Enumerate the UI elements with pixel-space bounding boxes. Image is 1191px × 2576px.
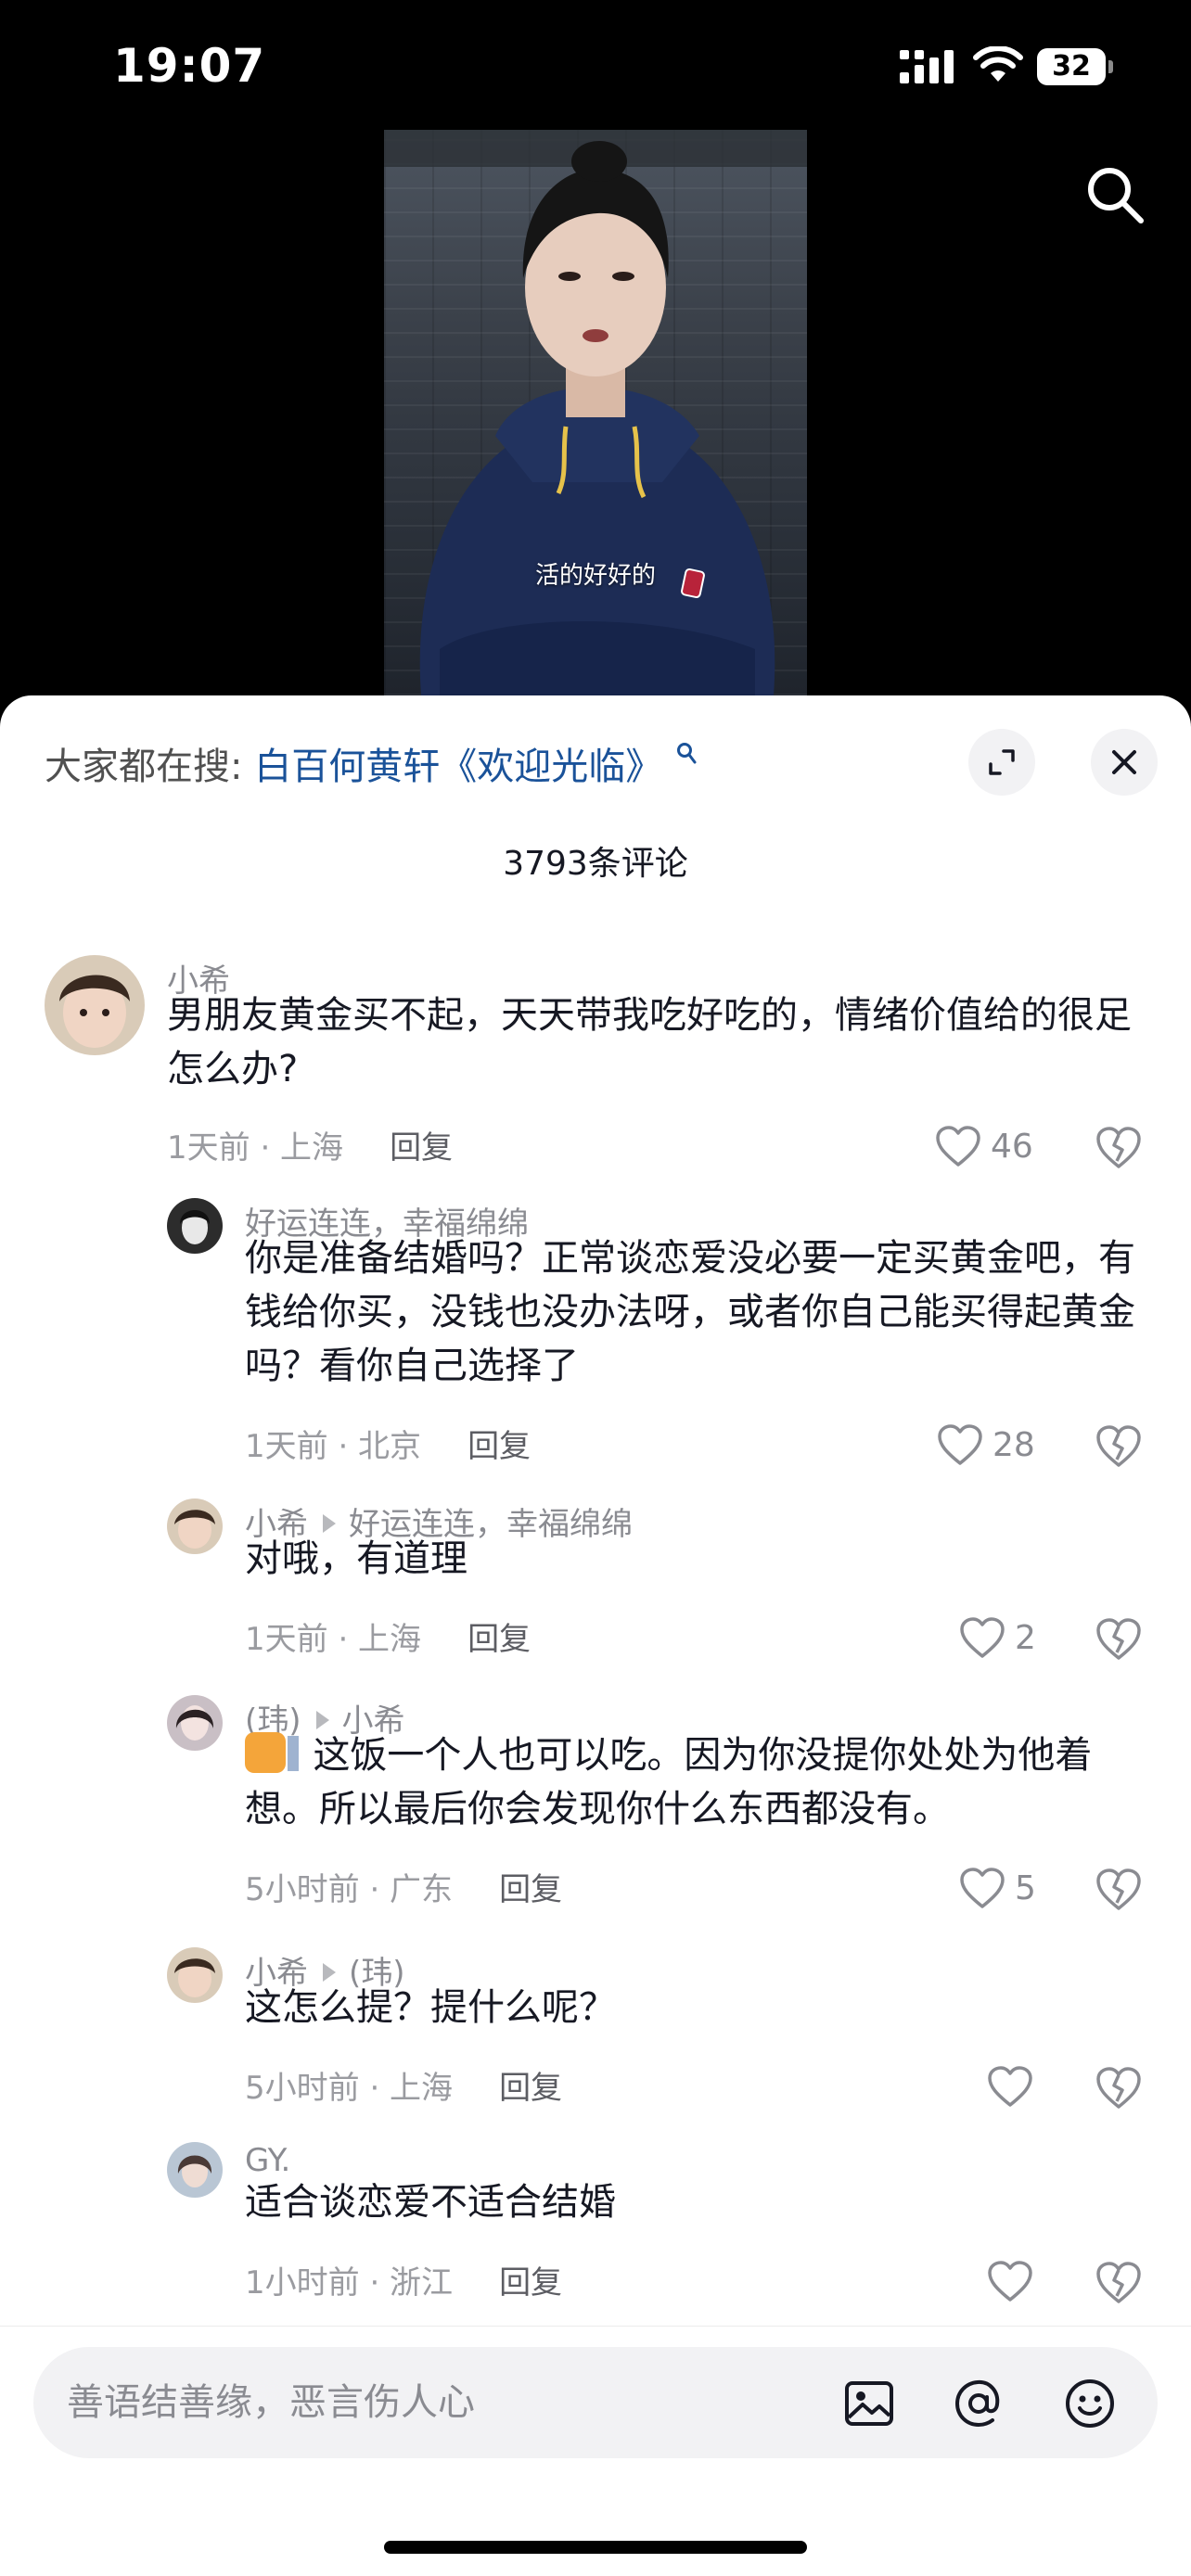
avatar[interactable] (167, 1198, 223, 1254)
comment-meta: 1天前 · 北京 回复 (245, 1428, 531, 1465)
reply-button[interactable]: 回复 (467, 1621, 531, 1658)
comment-text: 这饭一个人也可以吃。因为你没提你处处为他着想。所以最后你会发现你什么东西都没有。 (245, 1732, 1093, 1830)
comment-meta: 1小时前 · 浙江 回复 (245, 2264, 563, 2302)
reply-button[interactable]: 回复 (390, 1129, 453, 1167)
broken-heart-icon[interactable] (1095, 1424, 1143, 1469)
reply-button[interactable]: 回复 (499, 1871, 562, 1908)
avatar[interactable] (167, 1498, 223, 1554)
comment-text: 这怎么提？提什么呢？ (245, 1986, 616, 2029)
like-count: 5 (1015, 1869, 1036, 1907)
comment-text: 适合谈恋爱不适合结婚 (245, 2181, 616, 2224)
broken-heart-icon[interactable] (1095, 1617, 1143, 1662)
comment-text: 对哦，有道理 (245, 1537, 467, 1580)
battery-level: 32 (1037, 48, 1106, 85)
expand-icon (989, 749, 1015, 775)
status-time: 19:07 (113, 39, 266, 93)
search-icon[interactable] (1083, 163, 1146, 226)
like-count: 2 (1015, 1619, 1036, 1657)
heart-outline-icon (960, 1617, 1005, 1658)
reply-button[interactable]: 回复 (499, 2264, 562, 2302)
video-caption: 活的好好的 (534, 562, 656, 590)
like-button[interactable]: 46 (935, 1126, 1056, 1170)
comment-meta: 1天前 · 上海 回复 (167, 1129, 454, 1167)
heart-outline-icon (988, 2261, 1032, 2302)
heart-outline-icon (988, 2066, 1032, 2107)
comment-sheet: 大家都在搜: 白百何黄轩《欢迎光临》 3793条评论 小希 男朋友黄金买不起，天… (0, 695, 1191, 2576)
comment-text: 男朋友黄金买不起，天天带我吃好吃的，情绪价值给的很足怎么办? (167, 994, 1132, 1090)
battery-indicator: 32 (1037, 48, 1113, 85)
smiley-icon[interactable] (1063, 2377, 1117, 2430)
comment-meta: 5小时前 · 上海 回复 (245, 2070, 563, 2107)
status-bar: 19:07 32 (0, 0, 1191, 139)
avatar[interactable] (167, 1695, 223, 1751)
small-search-icon (676, 743, 697, 764)
comment-input-container (33, 2347, 1158, 2458)
avatar[interactable] (167, 2142, 223, 2198)
hot-search-prefix: 大家都在搜: (45, 746, 243, 788)
comment-text: 你是准备结婚吗？正常谈恋爱没必要一定买黄金吧，有钱给你买，没钱也没办法呀，或者你… (245, 1237, 1135, 1387)
heart-outline-icon (960, 1868, 1005, 1908)
avatar[interactable] (45, 955, 145, 1055)
expand-button[interactable] (968, 729, 1035, 796)
like-count: 28 (992, 1426, 1035, 1464)
like-button[interactable]: 2 (959, 1617, 1061, 1662)
cellular-signal-icon (900, 50, 954, 83)
hot-search-term[interactable]: 白百何黄轩《欢迎光临》 (254, 746, 662, 788)
reply-button[interactable]: 回复 (499, 2070, 562, 2107)
broken-heart-icon[interactable] (1095, 2066, 1143, 2111)
video-player[interactable]: 活的好好的 (384, 130, 807, 695)
comment-input-bar (0, 2326, 1191, 2576)
like-button[interactable] (987, 2066, 1035, 2111)
comment-meta: 1天前 · 上海 回复 (245, 1621, 531, 1658)
heart-outline-icon (938, 1424, 982, 1465)
close-icon (1112, 750, 1136, 774)
wifi-icon (973, 46, 1023, 82)
cat-emoji-icon (245, 1732, 299, 1773)
comment-count: 3793条评论 (503, 845, 688, 883)
avatar[interactable] (167, 1947, 223, 2003)
heart-outline-icon (936, 1126, 980, 1167)
comment-input[interactable] (67, 2367, 790, 2438)
like-button[interactable] (987, 2261, 1035, 2305)
image-icon[interactable] (842, 2377, 896, 2430)
video-frame (419, 141, 775, 695)
home-indicator[interactable] (384, 2541, 807, 2554)
at-icon[interactable] (952, 2377, 1005, 2430)
comment-meta: 5小时前 · 广东 回复 (245, 1871, 563, 1908)
broken-heart-icon[interactable] (1095, 2261, 1143, 2305)
comment-author[interactable]: GY. (245, 2142, 290, 2179)
like-count: 46 (991, 1128, 1033, 1166)
like-button[interactable]: 5 (959, 1868, 1061, 1912)
broken-heart-icon[interactable] (1095, 1868, 1143, 1912)
reply-button[interactable]: 回复 (467, 1428, 531, 1465)
like-button[interactable]: 28 (937, 1424, 1057, 1469)
broken-heart-icon[interactable] (1095, 1126, 1143, 1170)
hot-search-bar[interactable]: 大家都在搜: 白百何黄轩《欢迎光临》 (45, 736, 697, 790)
close-button[interactable] (1091, 729, 1158, 796)
